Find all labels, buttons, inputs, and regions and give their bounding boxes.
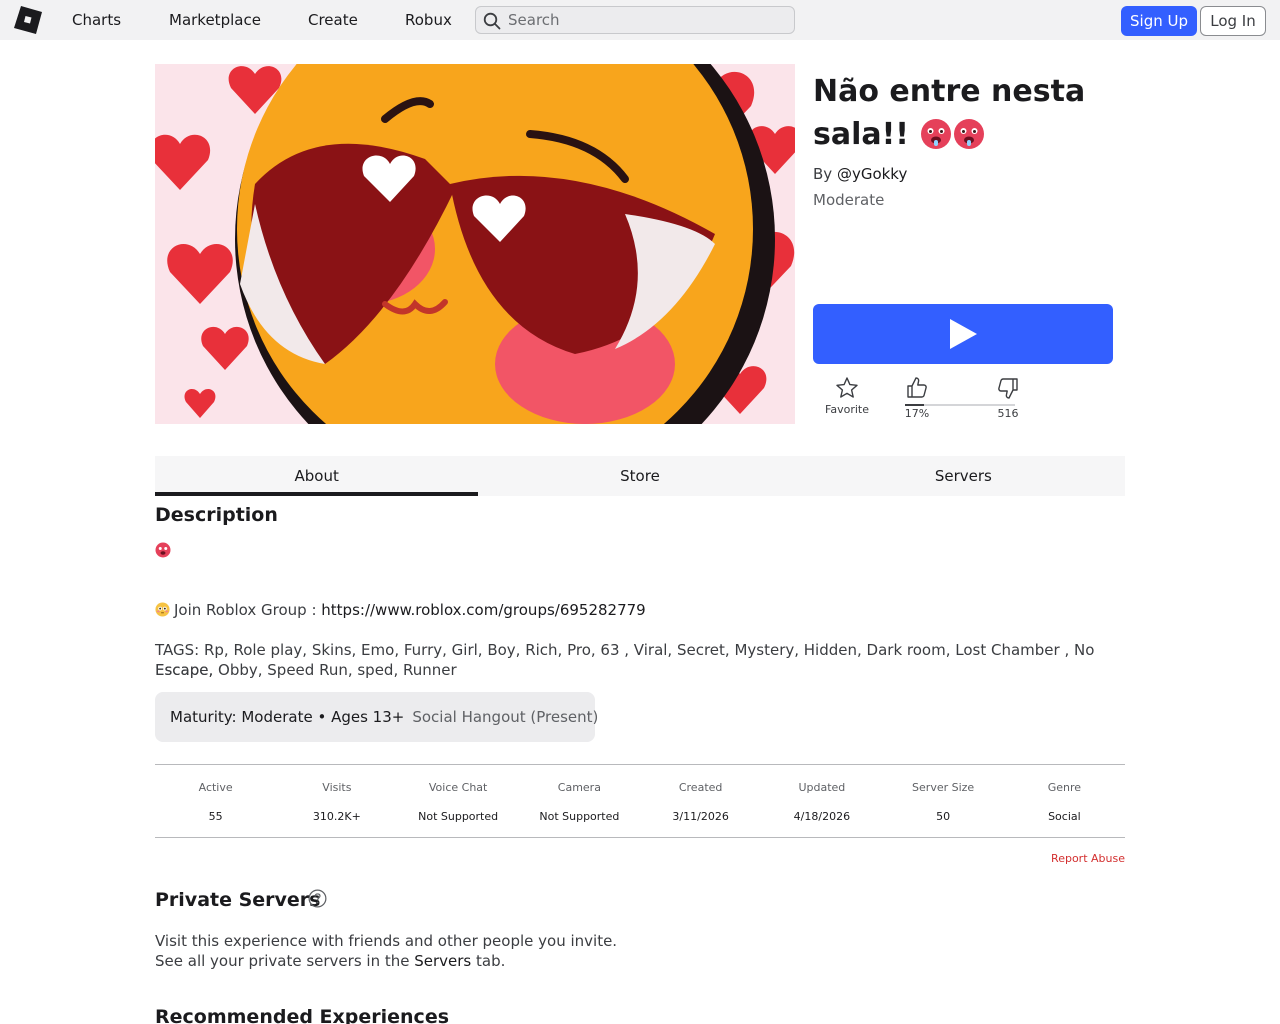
downvote-count: 516 xyxy=(997,407,1019,420)
favorite-button[interactable]: Favorite xyxy=(822,376,872,416)
stat-label: Created xyxy=(678,781,723,794)
maturity-label: Moderate xyxy=(813,191,885,209)
hot-face-emoji-icon xyxy=(155,542,171,558)
report-abuse-link[interactable]: Report Abuse xyxy=(1051,852,1125,865)
stat-label: Genre xyxy=(1047,781,1082,794)
maturity-separator: • xyxy=(312,708,332,726)
creator-prefix: By xyxy=(813,165,837,183)
stat-value: Not Supported xyxy=(418,810,499,823)
tab-store[interactable]: Store xyxy=(478,456,801,496)
help-icon[interactable] xyxy=(308,889,327,908)
flushed-face-emoji-icon xyxy=(155,602,170,617)
private-servers-heading: Private Servers xyxy=(155,889,321,911)
favorite-label: Favorite xyxy=(825,403,869,416)
private-servers-line-2: See all your private servers in the Serv… xyxy=(155,952,505,970)
hot-face-emoji-icon xyxy=(954,119,985,149)
game-thumbnail-image xyxy=(155,64,795,424)
search-input[interactable] xyxy=(508,10,788,30)
creator-line: By @yGokky xyxy=(813,165,907,183)
star-icon xyxy=(836,377,858,398)
stat-value: Social xyxy=(1048,810,1081,823)
maturity-info-box: Maturity: Moderate • Ages 13+ Social Hang… xyxy=(155,692,599,742)
stat-label: Voice Chat xyxy=(428,781,488,794)
vote-ratio-bar xyxy=(905,404,1015,406)
thumbs-up-icon xyxy=(907,377,927,398)
servers-line-suffix: tab. xyxy=(471,952,506,970)
stat-value: Not Supported xyxy=(539,810,620,823)
stat-value: 310.2K+ xyxy=(312,810,361,823)
vote-ratio-fill xyxy=(905,404,924,406)
top-navigation-bar: Charts Marketplace Create Robux Sign Up … xyxy=(0,0,1280,40)
stat-value: 50 xyxy=(936,810,951,823)
stat-label: Camera xyxy=(557,781,601,794)
group-link-line: Join Roblox Group : https://www.roblox.c… xyxy=(155,600,1125,620)
maturity-ages: Ages 13+ xyxy=(331,708,405,726)
stat-camera: Camera Not Supported xyxy=(519,765,640,837)
nav-charts-link[interactable]: Charts xyxy=(72,10,121,30)
tags-line-2: Escape, Obby, Speed Run, sped, Runner xyxy=(155,661,457,679)
downvote-button[interactable]: 516 xyxy=(988,376,1028,420)
stat-updated: Updated 4/18/2026 xyxy=(761,765,882,837)
stat-server-size: Server Size 50 xyxy=(883,765,1004,837)
roblox-logo-icon[interactable] xyxy=(14,6,42,34)
search-box xyxy=(475,6,795,34)
play-icon xyxy=(950,319,977,349)
nav-marketplace-link[interactable]: Marketplace xyxy=(169,10,261,30)
servers-line-prefix: See all your private servers in the xyxy=(155,952,415,970)
upvote-button[interactable]: 17% xyxy=(897,376,937,420)
stat-voice-chat: Voice Chat Not Supported xyxy=(398,765,519,837)
play-button[interactable] xyxy=(813,304,1113,364)
game-tabs: About Store Servers xyxy=(155,456,1125,496)
stat-created: Created 3/11/2026 xyxy=(640,765,761,837)
nav-robux-link[interactable]: Robux xyxy=(405,10,452,30)
sign-up-button[interactable]: Sign Up xyxy=(1121,6,1197,36)
hot-face-emoji-icon xyxy=(921,119,952,149)
tab-servers[interactable]: Servers xyxy=(802,456,1125,496)
private-servers-line-1: Visit this experience with friends and o… xyxy=(155,932,618,950)
upvote-percent: 17% xyxy=(904,407,930,420)
search-icon[interactable] xyxy=(483,12,501,30)
group-link[interactable]: https://www.roblox.com/groups/695282779 xyxy=(321,601,645,619)
stat-value: 55 xyxy=(208,810,223,823)
recommended-experiences-heading: Recommended Experiences xyxy=(155,1006,450,1024)
stat-value: 4/18/2026 xyxy=(793,810,851,823)
servers-line-strong: Servers xyxy=(414,952,472,970)
game-stats-table: Active 55 Visits 310.2K+ Voice Chat Not Sup… xyxy=(155,764,1125,838)
maturity-rating: Maturity: Moderate xyxy=(170,708,313,726)
stat-label: Updated xyxy=(798,781,846,794)
game-title: Não entre nesta sala!! xyxy=(813,70,1133,156)
tab-about[interactable]: About xyxy=(155,456,479,496)
stat-label: Server Size xyxy=(912,781,975,794)
join-group-text: Join Roblox Group : xyxy=(174,601,322,619)
maturity-genre: Social Hangout (Present) xyxy=(412,708,599,726)
thumbs-down-icon xyxy=(998,378,1018,399)
stat-active: Active 55 xyxy=(155,765,276,837)
creator-link[interactable]: @yGokky xyxy=(837,165,907,183)
stat-label: Active xyxy=(198,781,233,794)
stat-label: Visits xyxy=(322,781,352,794)
stat-visits: Visits 310.2K+ xyxy=(276,765,397,837)
log-in-button[interactable]: Log In xyxy=(1200,6,1266,36)
nav-create-link[interactable]: Create xyxy=(308,10,358,30)
stat-genre: Genre Social xyxy=(1004,765,1125,837)
game-thumbnail xyxy=(155,64,795,424)
stat-value: 3/11/2026 xyxy=(672,810,729,823)
description-heading: Description xyxy=(155,504,278,526)
